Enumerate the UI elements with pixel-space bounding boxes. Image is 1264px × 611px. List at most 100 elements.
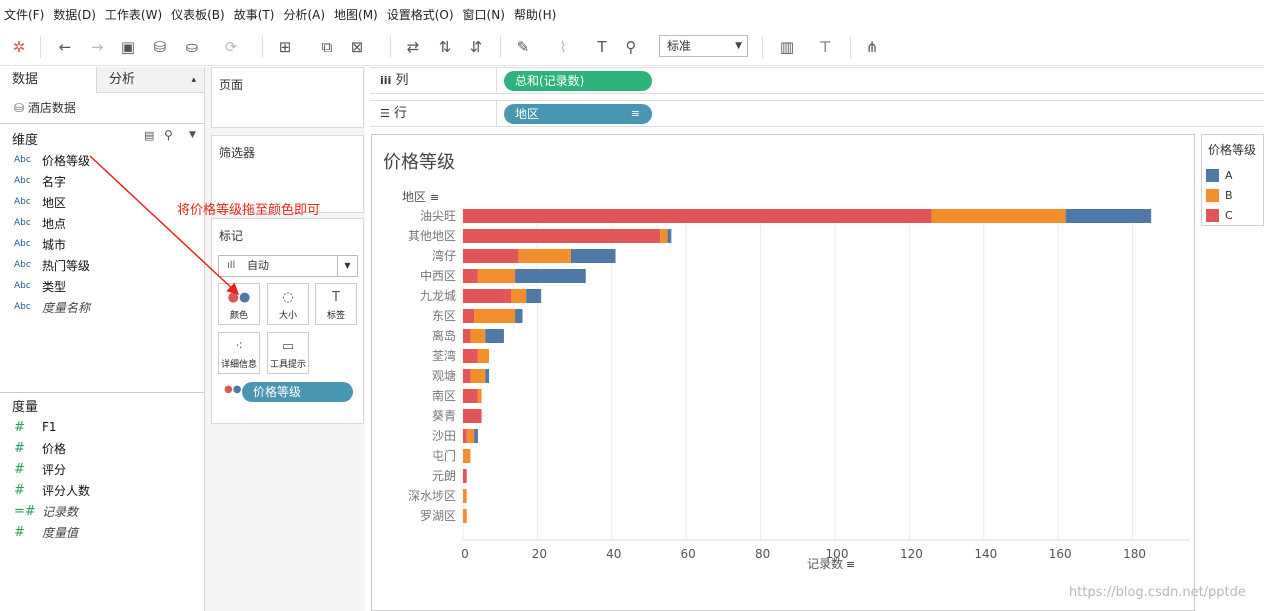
menu-map[interactable]: 地图(M) — [330, 6, 383, 23]
mark-type-select[interactable]: ıll 自动 ▼ — [218, 255, 358, 277]
dimension-field[interactable]: Abc 地区 — [14, 192, 66, 212]
bar-segment-c — [463, 269, 478, 283]
detail-button[interactable]: ⁖ 详细信息 — [218, 332, 260, 374]
menu-bar: 文件(F) 数据(D) 工作表(W) 仪表板(B) 故事(T) 分析(A) 地图… — [0, 0, 1264, 28]
category-label: 深水埗区 — [408, 489, 456, 503]
save-icon[interactable]: ▣ — [117, 36, 139, 58]
measure-field[interactable]: # F1 — [14, 417, 57, 437]
bar-segment-c — [463, 389, 478, 403]
legend-title: 价格等级 — [1208, 143, 1257, 157]
dimension-field[interactable]: Abc 价格等级 — [14, 150, 90, 170]
toolbar: ✲ ← → ▣ ⛁ ⛀ ⟳ ⊞ ⧉ ⊠ ⇄ ⇅ ⇵ ✎ ⌇ T ⚲ ▥ ⊤ ⋔ — [0, 28, 1264, 66]
rows-shelf[interactable]: ☰ 行 地区 ≡ — [370, 100, 1264, 127]
list-view-icon[interactable]: ▤ — [144, 129, 154, 142]
search-icon[interactable]: ⚲ — [164, 128, 173, 142]
measure-field[interactable]: # 度量值 — [14, 522, 78, 542]
bar-segment-c — [463, 249, 519, 263]
color-button-label: 颜色 — [229, 311, 248, 321]
measure-field[interactable]: # 评分 — [14, 459, 66, 479]
duplicate-sheet-icon[interactable]: ⧉ — [316, 36, 338, 58]
menu-dashboard[interactable]: 仪表板(B) — [167, 6, 230, 23]
pages-card-title: 页面 — [219, 78, 244, 92]
string-type-icon: Abc — [14, 176, 31, 186]
label-button-label: 标签 — [326, 311, 345, 321]
color-button[interactable]: ●● 颜色 — [218, 283, 260, 325]
dimension-field[interactable]: Abc 名字 — [14, 171, 66, 191]
bar-segment-b — [660, 229, 668, 243]
menu-analysis[interactable]: 分析(A) — [279, 6, 330, 23]
pages-card[interactable]: 页面 — [211, 67, 364, 128]
menu-help[interactable]: 帮助(H) — [510, 6, 561, 23]
string-type-icon: Abc — [14, 218, 31, 228]
datasource[interactable]: ⛁ 酒店数据 — [14, 99, 76, 116]
menu-worksheet[interactable]: 工作表(W) — [101, 6, 167, 23]
legend-swatch-a — [1206, 168, 1219, 182]
rows-icon: ☰ — [380, 107, 390, 120]
measure-field[interactable]: =# 记录数 — [14, 501, 78, 521]
fit-select[interactable]: 标准 ▼ — [659, 35, 748, 57]
bar-segment-b — [463, 489, 467, 503]
dimension-field[interactable]: Abc 类型 — [14, 276, 66, 296]
chevron-down-icon[interactable]: ▼ — [189, 130, 196, 140]
menu-story[interactable]: 故事(T) — [230, 6, 280, 23]
highlight-icon[interactable]: ✎ — [512, 36, 534, 58]
database-icon: ⛁ — [14, 101, 25, 115]
presentation-icon[interactable]: ⊤ — [814, 36, 836, 58]
legend-item-c[interactable]: C — [1206, 208, 1233, 222]
rows-pill[interactable]: 地区 ≡ — [504, 104, 652, 124]
columns-shelf[interactable]: iii 列 总和(记录数) — [370, 67, 1264, 94]
menu-window[interactable]: 窗口(N) — [459, 6, 510, 23]
measure-field[interactable]: # 价格 — [14, 438, 66, 458]
string-type-icon: Abc — [14, 302, 31, 312]
category-label: 葵青 — [432, 409, 456, 423]
bar-chart-icon: ıll — [227, 260, 236, 271]
bar-chart: 0 20 40 60 80 100 120 140 160 180地区 ≡记录数 ≡油尖旺其他地区湾仔… — [402, 190, 1190, 571]
tableau-logo-icon[interactable]: ✲ — [8, 36, 30, 58]
clear-sheet-icon[interactable]: ⊠ — [346, 36, 368, 58]
tab-analysis[interactable]: 分析 ▴ — [96, 67, 204, 93]
dimension-field[interactable]: Abc 地点 — [14, 213, 66, 233]
menu-format[interactable]: 设置格式(O) — [383, 6, 459, 23]
redo-icon[interactable]: → — [86, 36, 108, 58]
rows-label-text: 行 — [394, 106, 408, 121]
sort-ascending-icon[interactable]: ⇅ — [434, 36, 456, 58]
marks-card-title: 标记 — [219, 229, 244, 243]
dimension-field[interactable]: Abc 热门等级 — [14, 255, 90, 275]
bar-segment-b — [463, 449, 471, 463]
measure-field[interactable]: # 评分人数 — [14, 480, 90, 500]
menu-data[interactable]: 数据(D) — [49, 6, 101, 23]
show-me-icon[interactable]: ▥ — [776, 36, 798, 58]
legend-item-b[interactable]: B — [1206, 188, 1233, 202]
new-worksheet-icon[interactable]: ⊞ — [274, 36, 296, 58]
columns-pill[interactable]: 总和(记录数) — [504, 71, 652, 91]
dimension-field[interactable]: Abc 度量名称 — [14, 297, 90, 317]
size-button[interactable]: ◌ 大小 — [267, 283, 309, 325]
bar-segment-a — [515, 309, 523, 323]
pause-updates-icon[interactable]: ⛀ — [181, 36, 203, 58]
y-axis-title: 地区 — [402, 190, 426, 204]
share-icon[interactable]: ⋔ — [861, 36, 883, 58]
pin-icon[interactable]: ⚲ — [620, 36, 642, 58]
sort-descending-icon[interactable]: ⇵ — [465, 36, 487, 58]
tab-data[interactable]: 数据 — [0, 67, 96, 93]
x-tick-label: 120 — [900, 547, 923, 561]
dimension-field[interactable]: Abc 城市 — [14, 234, 66, 254]
tooltip-button[interactable]: ▭ 工具提示 — [267, 332, 309, 374]
group-icon[interactable]: ⌇ — [552, 36, 574, 58]
refresh-icon[interactable]: ⟳ — [220, 36, 242, 58]
show-labels-icon[interactable]: T — [591, 36, 613, 58]
bar-segment-b — [511, 289, 527, 303]
string-type-icon: Abc — [14, 260, 31, 270]
color-field-pill[interactable]: 价格等级 — [242, 382, 353, 402]
dimension-label: 价格等级 — [42, 153, 91, 168]
bar-segment-c — [463, 329, 471, 343]
x-tick-label: 20 — [532, 547, 547, 561]
tab-analysis-label: 分析 — [109, 72, 136, 87]
undo-icon[interactable]: ← — [54, 36, 76, 58]
swap-axes-icon[interactable]: ⇄ — [402, 36, 424, 58]
menu-file[interactable]: 文件(F) — [0, 6, 49, 23]
legend-item-a[interactable]: A — [1206, 168, 1233, 182]
new-datasource-icon[interactable]: ⛁ — [149, 36, 171, 58]
size-icon: ◌ — [282, 290, 294, 305]
label-button[interactable]: T 标签 — [315, 283, 357, 325]
